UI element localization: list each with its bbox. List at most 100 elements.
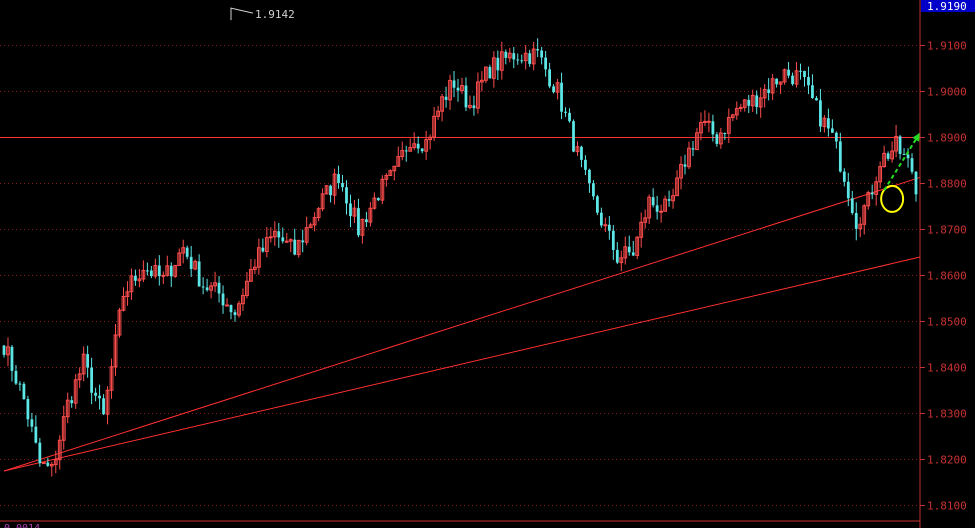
candle-body [496, 57, 500, 71]
candle-body [846, 181, 850, 199]
candle-body [599, 212, 603, 226]
candle-body [504, 51, 508, 58]
candle [483, 66, 488, 83]
candle-body [189, 256, 193, 269]
candle-body [34, 426, 38, 443]
y-tick-label: 1.8900 [927, 132, 967, 145]
candle-body [536, 49, 540, 51]
candle-body [420, 148, 424, 152]
candle-body [603, 224, 608, 227]
candle [324, 185, 329, 195]
candle-body [512, 53, 516, 60]
candle-body [516, 59, 520, 61]
candle-body [902, 153, 906, 155]
candle-body [815, 98, 818, 101]
candle-body [102, 398, 105, 415]
candle-body [233, 312, 237, 316]
candle-body [615, 249, 619, 263]
candle-body [580, 146, 583, 160]
bottom-reference-label: 0.0014 [4, 523, 40, 528]
y-tick-label: 1.8800 [927, 178, 967, 191]
y-tick-label: 1.8100 [927, 500, 967, 513]
candle-body [26, 398, 30, 420]
candle-body [540, 50, 544, 58]
candle-body [799, 70, 802, 72]
candle-body [528, 53, 532, 64]
candle-body [723, 133, 727, 135]
candle-body [898, 136, 902, 154]
candle-body [18, 383, 22, 385]
y-tick-label: 1.8200 [927, 454, 967, 467]
candle-body [747, 99, 751, 106]
candle [237, 300, 241, 318]
candle-body [268, 236, 273, 239]
candle-body [520, 60, 524, 62]
candle-body [221, 293, 225, 306]
candle-body [655, 205, 659, 212]
candle-body [185, 247, 189, 257]
candle-body [651, 197, 655, 206]
candle [73, 374, 78, 409]
candle-body [261, 247, 265, 252]
y-tick-label: 1.9000 [927, 86, 967, 99]
candle-body [10, 346, 14, 371]
candle-body [811, 85, 814, 99]
price-chart: 1.9142 1.9100 1.9000 1.8900 1.8800 1.8700 1.8… [0, 0, 975, 528]
candle-body [161, 274, 166, 277]
candle-body [910, 158, 914, 172]
candle-body [775, 78, 779, 85]
candle-body [205, 287, 209, 291]
y-tick-label: 1.8300 [927, 408, 967, 421]
candle-body [452, 80, 456, 88]
candle-body [149, 270, 153, 277]
candle [22, 381, 26, 400]
candle [380, 175, 385, 205]
candle-body [376, 198, 380, 201]
candle-body [30, 419, 34, 427]
candle-body [564, 111, 567, 113]
candle-body [22, 383, 26, 399]
candle-body [157, 265, 161, 277]
candle-body [568, 112, 571, 122]
y-tick-label: 1.9100 [927, 40, 967, 53]
candle [296, 239, 301, 258]
candle-body [46, 462, 50, 466]
candle [572, 119, 575, 153]
candle-body [854, 213, 858, 229]
candle-body [807, 77, 810, 86]
candle-body [842, 171, 846, 182]
candle-body [850, 198, 854, 214]
candle-body [197, 261, 201, 287]
candle-body [41, 462, 46, 465]
candle-body [870, 192, 874, 195]
candle-body [767, 89, 771, 93]
candle [173, 264, 178, 278]
candle-body [38, 442, 42, 464]
candle-body [472, 105, 476, 109]
candle-body [329, 185, 332, 196]
candle-body [456, 87, 460, 91]
candle-body [834, 132, 838, 142]
y-tick-label: 1.8500 [927, 316, 967, 329]
candle-body [711, 121, 715, 135]
candle-body [349, 203, 352, 217]
candle-body [281, 237, 285, 242]
candle-body [134, 275, 137, 281]
candle-body [86, 354, 90, 368]
candle-body [301, 240, 305, 243]
candle-body [683, 164, 687, 167]
candle-body [225, 304, 229, 307]
candle-body [631, 252, 635, 256]
candle-body [94, 392, 97, 396]
candle-body [14, 370, 18, 384]
candle-body [345, 187, 348, 204]
candle-body [886, 153, 890, 159]
candle [193, 259, 198, 271]
peak-annotation-label: 1.9142 [255, 8, 295, 21]
candle-body [787, 69, 790, 76]
candle-body [826, 118, 830, 129]
candle-body [70, 400, 74, 404]
candle [41, 462, 46, 465]
candle-body [464, 85, 468, 108]
y-tick-label: 1.8400 [927, 362, 967, 375]
